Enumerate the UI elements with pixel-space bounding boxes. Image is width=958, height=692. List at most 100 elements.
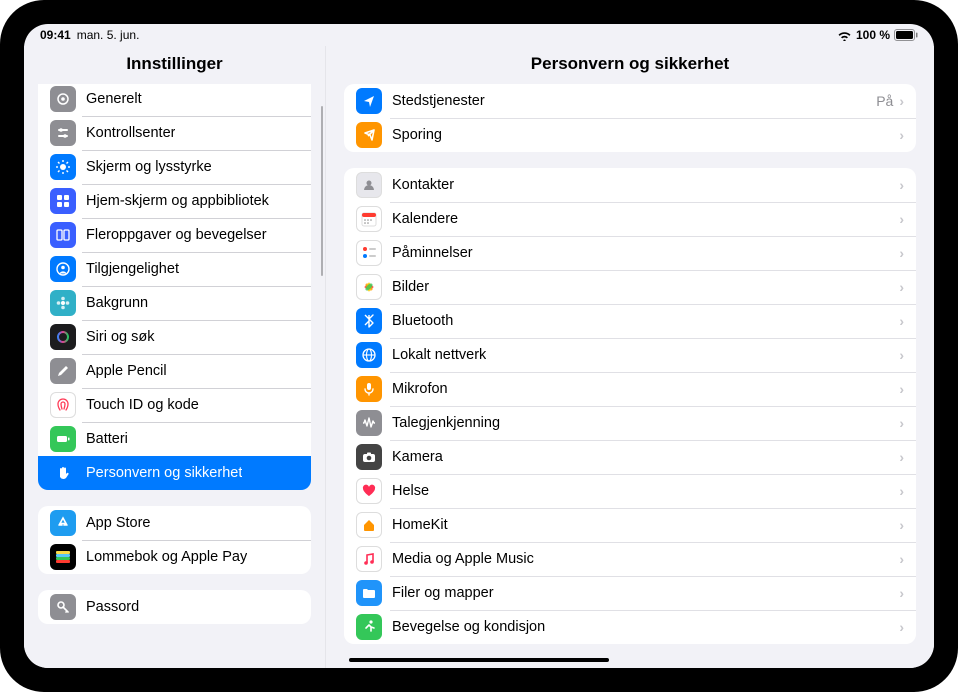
sidebar-item-tilgjengelighet[interactable]: Tilgjengelighet bbox=[38, 252, 311, 286]
detail-item-bluetooth[interactable]: Bluetooth › bbox=[344, 304, 916, 338]
chevron-right-icon: › bbox=[899, 619, 904, 635]
status-bar: 09:41 man. 5. jun. 100 % bbox=[24, 24, 934, 46]
chevron-right-icon: › bbox=[899, 415, 904, 431]
detail-pane: Personvern og sikkerhet StedstjenesterPå… bbox=[326, 46, 934, 668]
sidebar-group: Passord bbox=[38, 590, 311, 624]
chevron-right-icon: › bbox=[899, 313, 904, 329]
detail-group: Kontakter›Kalendere›Påminnelser›Bilder›B… bbox=[344, 168, 916, 644]
detail-list[interactable]: StedstjenesterPå›Sporing›Kontakter›Kalen… bbox=[326, 84, 934, 668]
detail-item-bevegelse-og-kondisjon[interactable]: Bevegelse og kondisjon › bbox=[344, 610, 916, 644]
sidebar-group: App StoreLommebok og Apple Pay bbox=[38, 506, 311, 574]
camera-icon bbox=[356, 444, 382, 470]
sidebar-item-generelt[interactable]: Generelt bbox=[38, 84, 311, 116]
detail-item-label: Kontakter bbox=[392, 177, 454, 193]
sidebar-item-siri-og-s-k[interactable]: Siri og søk bbox=[38, 320, 311, 354]
sidebar-item-fleroppgaver-og-bevegelser[interactable]: Fleroppgaver og bevegelser bbox=[38, 218, 311, 252]
detail-item-filer-og-mapper[interactable]: Filer og mapper › bbox=[344, 576, 916, 610]
detail-item-bilder[interactable]: Bilder› bbox=[344, 270, 916, 304]
sidebar-item-kontrollsenter[interactable]: Kontrollsenter bbox=[38, 116, 311, 150]
wave-icon bbox=[356, 410, 382, 436]
detail-item-label: HomeKit bbox=[392, 517, 448, 533]
sidebar-item-label: Hjem-skjerm og appbibliotek bbox=[86, 193, 269, 209]
sidebar-group: GenereltKontrollsenter Skjerm og lysstyrk… bbox=[38, 84, 311, 490]
sidebar: Innstillinger GenereltKontrollsenter Skje… bbox=[24, 46, 326, 668]
chevron-right-icon: › bbox=[899, 93, 904, 109]
detail-item-kalendere[interactable]: Kalendere› bbox=[344, 202, 916, 236]
chevron-right-icon: › bbox=[899, 483, 904, 499]
touch-icon bbox=[50, 392, 76, 418]
sidebar-item-app-store[interactable]: App Store bbox=[38, 506, 311, 540]
detail-item-talegjenkjenning[interactable]: Talegjenkjenning› bbox=[344, 406, 916, 440]
sidebar-item-label: Personvern og sikkerhet bbox=[86, 465, 242, 481]
sidebar-item-label: Fleroppgaver og bevegelser bbox=[86, 227, 267, 243]
chevron-right-icon: › bbox=[899, 449, 904, 465]
sidebar-item-bakgrunn[interactable]: Bakgrunn bbox=[38, 286, 311, 320]
sidebar-item-touch-id-og-kode[interactable]: Touch ID og kode bbox=[38, 388, 311, 422]
person-icon bbox=[50, 256, 76, 282]
location-icon bbox=[356, 88, 382, 114]
battery-icon bbox=[894, 29, 918, 41]
home-indicator[interactable] bbox=[349, 658, 609, 662]
detail-item-helse[interactable]: Helse› bbox=[344, 474, 916, 508]
chevron-right-icon: › bbox=[899, 517, 904, 533]
detail-item-mikrofon[interactable]: Mikrofon› bbox=[344, 372, 916, 406]
detail-item-value: På bbox=[876, 93, 893, 109]
chevron-right-icon: › bbox=[899, 585, 904, 601]
detail-item-label: Kalendere bbox=[392, 211, 458, 227]
detail-title: Personvern og sikkerhet bbox=[326, 46, 934, 84]
grid-icon bbox=[50, 188, 76, 214]
calendar-icon bbox=[356, 206, 382, 232]
sidebar-item-skjerm-og-lysstyrke[interactable]: Skjerm og lysstyrke bbox=[38, 150, 311, 184]
multi-icon bbox=[50, 222, 76, 248]
device-frame: 09:41 man. 5. jun. 100 % Innstillinger G… bbox=[0, 0, 958, 692]
scrollbar[interactable] bbox=[321, 106, 324, 276]
sidebar-item-passord[interactable]: Passord bbox=[38, 590, 311, 624]
detail-item-kontakter[interactable]: Kontakter › bbox=[344, 168, 916, 202]
detail-item-label: Kamera bbox=[392, 449, 443, 465]
wallet-icon bbox=[50, 544, 76, 570]
status-time: 09:41 bbox=[40, 28, 71, 42]
sidebar-item-hjem-skjerm-og-appbibliotek[interactable]: Hjem-skjerm og appbibliotek bbox=[38, 184, 311, 218]
detail-item-sporing[interactable]: Sporing › bbox=[344, 118, 916, 152]
contacts-icon bbox=[356, 172, 382, 198]
detail-item-media-og-apple-music[interactable]: Media og Apple Music› bbox=[344, 542, 916, 576]
detail-item-label: Bluetooth bbox=[392, 313, 453, 329]
sun-icon bbox=[50, 154, 76, 180]
mic-icon bbox=[356, 376, 382, 402]
detail-item-p-minnelser[interactable]: Påminnelser› bbox=[344, 236, 916, 270]
detail-item-label: Filer og mapper bbox=[392, 585, 494, 601]
chevron-right-icon: › bbox=[899, 127, 904, 143]
chevron-right-icon: › bbox=[899, 551, 904, 567]
bluetooth-icon bbox=[356, 308, 382, 334]
screen: 09:41 man. 5. jun. 100 % Innstillinger G… bbox=[24, 24, 934, 668]
sidebar-item-apple-pencil[interactable]: Apple Pencil bbox=[38, 354, 311, 388]
chevron-right-icon: › bbox=[899, 347, 904, 363]
appstore-icon bbox=[50, 510, 76, 536]
status-date: man. 5. jun. bbox=[77, 28, 140, 42]
detail-item-label: Sporing bbox=[392, 127, 442, 143]
chevron-right-icon: › bbox=[899, 279, 904, 295]
detail-item-label: Bevegelse og kondisjon bbox=[392, 619, 545, 635]
sidebar-item-personvern-og-sikkerhet[interactable]: Personvern og sikkerhet bbox=[38, 456, 311, 490]
sidebar-title: Innstillinger bbox=[24, 46, 325, 84]
detail-item-label: Påminnelser bbox=[392, 245, 473, 261]
sidebar-item-batteri[interactable]: Batteri bbox=[38, 422, 311, 456]
chevron-right-icon: › bbox=[899, 381, 904, 397]
sidebar-list[interactable]: GenereltKontrollsenter Skjerm og lysstyrk… bbox=[24, 84, 325, 668]
pencil-icon bbox=[50, 358, 76, 384]
sidebar-item-lommebok-og-apple-pay[interactable]: Lommebok og Apple Pay bbox=[38, 540, 311, 574]
sidebar-item-label: Skjerm og lysstyrke bbox=[86, 159, 212, 175]
sidebar-item-label: Batteri bbox=[86, 431, 128, 447]
detail-item-stedstjenester[interactable]: StedstjenesterPå› bbox=[344, 84, 916, 118]
sidebar-item-label: Passord bbox=[86, 599, 139, 615]
chevron-right-icon: › bbox=[899, 177, 904, 193]
sidebar-item-label: Tilgjengelighet bbox=[86, 261, 179, 277]
sliders-icon bbox=[50, 120, 76, 146]
reminders-icon bbox=[356, 240, 382, 266]
gear-icon bbox=[50, 86, 76, 112]
detail-item-lokalt-nettverk[interactable]: Lokalt nettverk› bbox=[344, 338, 916, 372]
detail-item-kamera[interactable]: Kamera › bbox=[344, 440, 916, 474]
siri-icon bbox=[50, 324, 76, 350]
sidebar-item-label: Bakgrunn bbox=[86, 295, 148, 311]
detail-item-homekit[interactable]: HomeKit › bbox=[344, 508, 916, 542]
